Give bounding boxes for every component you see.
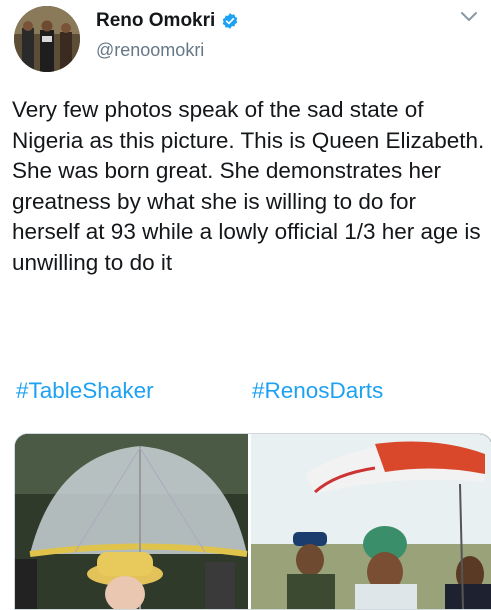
avatar[interactable] <box>14 6 80 72</box>
author-name-row[interactable]: Reno Omokri <box>96 10 239 32</box>
hashtag-link[interactable]: #RenosDarts <box>252 378 383 404</box>
verified-badge-icon <box>221 12 239 30</box>
author-name[interactable]: Reno Omokri <box>96 10 215 32</box>
author-handle[interactable]: @renoomokri <box>96 40 204 61</box>
right-photo <box>251 434 491 609</box>
tweet-media[interactable] <box>14 433 491 610</box>
tweet-text: Very few photos speak of the sad state o… <box>12 97 485 275</box>
left-photo <box>15 434 248 609</box>
chevron-down-icon[interactable] <box>460 10 478 24</box>
hashtag-link[interactable]: #TableShaker <box>16 378 154 404</box>
